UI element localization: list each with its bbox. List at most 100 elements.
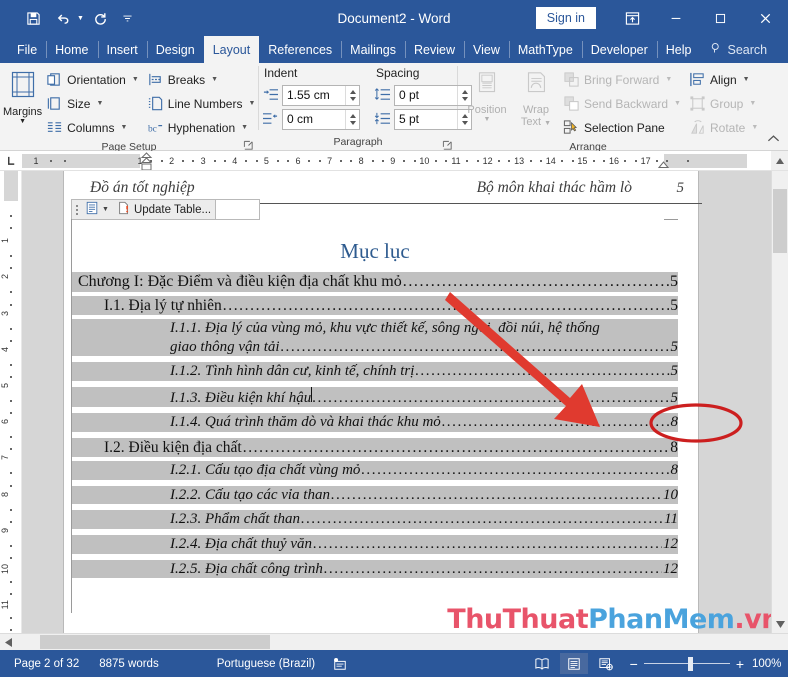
position-button[interactable]: Position ▼	[461, 66, 513, 123]
zoom-out-button[interactable]: −	[630, 657, 638, 671]
zoom-in-button[interactable]: +	[736, 657, 744, 671]
left-indent-marker[interactable]	[140, 152, 153, 170]
breaks-button[interactable]: Breaks ▼	[143, 68, 260, 91]
right-indent-marker[interactable]	[658, 157, 669, 169]
toc-entry-list[interactable]: Chương I: Đặc Điểm và điều kiện địa chất…	[72, 272, 678, 579]
chevron-down-icon[interactable]: ▼	[211, 76, 218, 83]
indent-left-arrows[interactable]	[345, 86, 359, 105]
align-button[interactable]: Align ▼	[685, 68, 762, 91]
spacing-before-value[interactable]: 0 pt	[395, 86, 457, 105]
toc-entry[interactable]: I.1.2. Tình hình dân cư, kinh tế, chính …	[72, 362, 678, 381]
chevron-down-icon[interactable]: ▼	[132, 76, 139, 83]
save-icon[interactable]	[20, 5, 46, 31]
toc-field-frame[interactable]: Mục lục Chương I: Đặc Điểm và điều kiện …	[71, 219, 678, 613]
line-numbers-button[interactable]: Line Numbers ▼	[143, 92, 260, 115]
toc-entry[interactable]: I.2.5. Địa chất công trình..............…	[72, 559, 678, 579]
page-setup-dialog-launcher[interactable]	[243, 138, 254, 150]
word-count[interactable]: 8875 words	[89, 658, 168, 670]
tab-review[interactable]: Review	[405, 36, 464, 63]
zoom-slider[interactable]	[643, 656, 730, 671]
collapse-ribbon-icon[interactable]	[767, 132, 780, 146]
vertical-ruler[interactable]: 1 2 3 4 5 6 7 8 9 10 11	[0, 171, 22, 633]
language-indicator[interactable]: Portuguese (Brazil)	[169, 658, 325, 670]
toc-entry[interactable]: I.2.2. Cấu tạo các vỉa than.............…	[72, 485, 678, 505]
chevron-down-icon[interactable]: ▼	[674, 100, 681, 107]
toc-entry[interactable]: Chương I: Đặc Điểm và điều kiện địa chất…	[72, 272, 678, 292]
chevron-down-icon[interactable]: ▼	[241, 124, 248, 131]
tab-mathtype[interactable]: MathType	[508, 36, 582, 63]
columns-button[interactable]: Columns ▼	[42, 116, 143, 139]
chevron-down-icon[interactable]: ▼	[19, 118, 26, 125]
bring-forward-button[interactable]: Bring Forward ▼	[559, 68, 685, 91]
tab-design[interactable]: Design	[146, 36, 204, 63]
document-canvas[interactable]: Đồ án tốt nghiệp Bộ môn khai thác hầm lò…	[22, 171, 788, 633]
tab-help[interactable]: Help	[656, 36, 701, 63]
toc-entry[interactable]: I.1. Địa lý tự nhiên....................…	[72, 295, 678, 316]
selection-pane-button[interactable]: Selection Pane	[559, 116, 685, 139]
hyphenation-button[interactable]: bc Hyphenation ▼	[143, 116, 260, 139]
toc-entry[interactable]: I.1.3. Điều kiện khí hậu................…	[72, 386, 678, 408]
toolbar-grip[interactable]	[72, 200, 81, 219]
chevron-down-icon[interactable]: ▼	[743, 76, 750, 83]
tab-layout[interactable]: Layout	[203, 36, 260, 63]
web-layout-view-button[interactable]	[592, 653, 620, 674]
undo-icon[interactable]	[50, 5, 76, 31]
toc-entry[interactable]: I.1.4. Quá trình thăm dò và khai thác kh…	[72, 413, 678, 433]
chevron-down-icon[interactable]: ▼	[102, 206, 109, 213]
hscroll-track[interactable]	[16, 634, 788, 650]
toc-style-button[interactable]: ▼	[81, 200, 113, 219]
orientation-button[interactable]: Orientation ▼	[42, 68, 143, 91]
chevron-down-icon[interactable]: ▼	[248, 100, 255, 107]
indent-right-value[interactable]: 0 cm	[283, 110, 345, 129]
chevron-down-icon[interactable]: ▼	[120, 124, 127, 131]
tab-references[interactable]: References	[259, 36, 341, 63]
indent-right-arrows[interactable]	[345, 110, 359, 129]
tab-home[interactable]: Home	[46, 36, 97, 63]
toc-entry[interactable]: I.2.1. Cấu tạo địa chất vùng mỏ.........…	[72, 461, 678, 480]
chevron-down-icon[interactable]: ▼	[749, 100, 756, 107]
tab-view[interactable]: View	[464, 36, 509, 63]
search-box[interactable]: Search	[700, 36, 777, 63]
zoom-level[interactable]: 100%	[752, 658, 788, 670]
size-button[interactable]: Size ▼	[42, 92, 143, 115]
tab-stop-selector[interactable]	[0, 151, 22, 170]
minimize-icon[interactable]	[654, 0, 698, 36]
chevron-down-icon[interactable]: ▼	[96, 100, 103, 107]
tab-file[interactable]: File	[8, 36, 46, 63]
customize-qat-icon[interactable]	[118, 5, 138, 31]
hscroll-thumb[interactable]	[40, 635, 270, 649]
rotate-button[interactable]: Rotate ▼	[685, 116, 762, 139]
tab-mailings[interactable]: Mailings	[341, 36, 405, 63]
redo-icon[interactable]	[88, 5, 114, 31]
page-indicator[interactable]: Page 2 of 32	[0, 658, 89, 670]
share-button[interactable]: Share	[777, 36, 788, 63]
toc-entry[interactable]: I.2. Điều kiện địa chất.................…	[72, 438, 678, 458]
toc-entry[interactable]: I.2.4. Địa chất thuỷ văn................…	[72, 535, 678, 554]
ribbon-display-options-icon[interactable]	[610, 0, 654, 36]
maximize-icon[interactable]	[698, 0, 742, 36]
indent-right-spinner[interactable]: 0 cm	[282, 109, 360, 130]
margins-button[interactable]: Margins ▼	[3, 66, 42, 125]
wrap-text-button[interactable]: Wrap Text ▼	[513, 66, 559, 130]
paragraph-dialog-launcher[interactable]	[442, 138, 453, 150]
tab-developer[interactable]: Developer	[581, 36, 657, 63]
print-layout-view-button[interactable]	[559, 653, 588, 674]
document-page[interactable]: Đồ án tốt nghiệp Bộ môn khai thác hầm lò…	[64, 171, 743, 633]
vertical-scrollbar[interactable]	[771, 171, 788, 633]
toc-entry[interactable]: I.2.3. Phẩm chất than...................…	[72, 510, 678, 530]
toc-field-toolbar[interactable]: ▼ Update Table...	[71, 199, 261, 220]
proofing-errors-icon[interactable]	[325, 650, 355, 677]
vscroll-down-button[interactable]	[772, 616, 788, 633]
update-table-button[interactable]: Update Table...	[113, 200, 215, 219]
spacing-after-value[interactable]: 5 pt	[395, 110, 457, 129]
hscroll-left-button[interactable]	[0, 634, 16, 650]
close-icon[interactable]	[742, 0, 788, 36]
toc-entry[interactable]: I.1.1. Địa lý của vùng mỏ, khu vực thiết…	[72, 319, 678, 357]
chevron-down-icon[interactable]: ▼	[751, 124, 758, 131]
read-mode-view-button[interactable]	[528, 653, 556, 674]
chevron-down-icon[interactable]: ▼	[484, 116, 491, 123]
send-backward-button[interactable]: Send Backward ▼	[559, 92, 685, 115]
chevron-down-icon[interactable]: ▼	[665, 76, 672, 83]
sign-in-button[interactable]: Sign in	[535, 7, 596, 29]
vscroll-thumb[interactable]	[773, 189, 787, 253]
